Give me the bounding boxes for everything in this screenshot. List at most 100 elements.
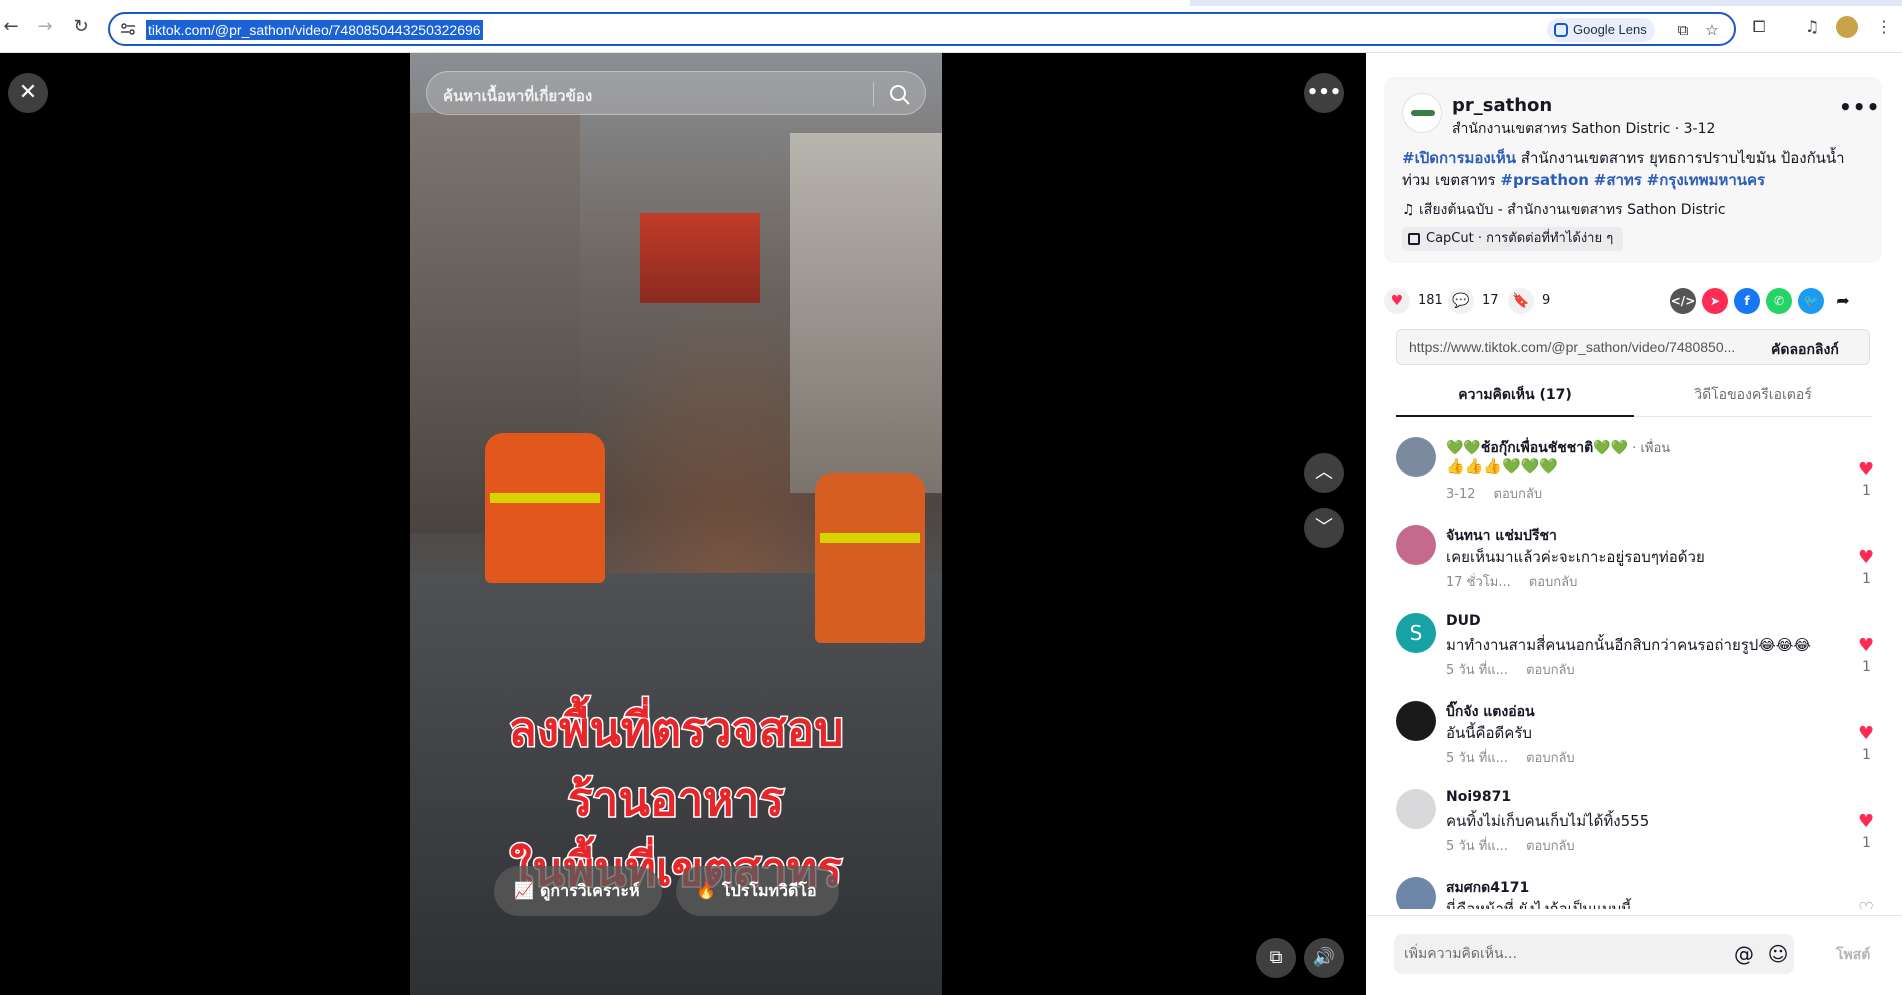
- comment-text: คนทิ้งไม่เก็บคนเก็บไม่ได้ทิ้ง555: [1446, 812, 1650, 830]
- hashtag-link[interactable]: #กรุงเทพมหานคร: [1647, 171, 1765, 189]
- commenter-name[interactable]: บิ๊กจัง แตงอ่อน: [1446, 701, 1535, 723]
- comment-item: สมศกด4171 นี่คือหน้าที่ ยังไงก้อเป็นแบบน…: [1396, 877, 1876, 909]
- comment-text: เคยเห็นมาแล้วค่ะจะเกาะอยู่รอบๆท่อด้วย: [1446, 548, 1705, 566]
- commenter-avatar[interactable]: [1396, 701, 1436, 741]
- url-text[interactable]: tiktok.com/@pr_sathon/video/748085044325…: [146, 20, 483, 40]
- save-button[interactable]: 🔖 9: [1508, 281, 1550, 321]
- comment-meta: 5 วัน ที่แ... ตอบกลับ: [1446, 835, 1575, 856]
- creator-subtitle: สำนักงานเขตสาทร Sathon Distric · 3-12: [1452, 121, 1716, 137]
- site-settings-icon[interactable]: [120, 21, 136, 37]
- tab-strip: [0, 0, 1902, 6]
- forward-icon[interactable]: →: [34, 16, 56, 38]
- comment-like-icon[interactable]: ♥: [1858, 723, 1874, 744]
- next-video-icon[interactable]: ﹀: [1304, 508, 1344, 548]
- friend-badge: · เพื่อน: [1628, 441, 1671, 456]
- facebook-icon[interactable]: f: [1734, 288, 1760, 314]
- active-tab[interactable]: [0, 0, 1190, 6]
- install-app-icon[interactable]: ⧉: [1673, 20, 1693, 40]
- browser-menu-icon[interactable]: ⋮: [1872, 16, 1896, 38]
- vest-stripe: [490, 493, 600, 503]
- hashtag-link[interactable]: #สาทร: [1594, 171, 1642, 189]
- profile-avatar[interactable]: [1836, 16, 1858, 38]
- close-icon[interactable]: ✕: [8, 73, 48, 113]
- bookmark-star-icon[interactable]: ☆: [1702, 20, 1722, 40]
- send-to-friends-icon[interactable]: ➤: [1702, 288, 1728, 314]
- hashtag-link[interactable]: #เปิดการมองเห็น: [1402, 149, 1516, 167]
- address-bar[interactable]: tiktok.com/@pr_sathon/video/748085044325…: [108, 12, 1736, 46]
- comment-item: 💚💚ช้อกุ๊กเพื่อนชัชชาติ💚💚 · เพื่อน 👍👍👍💚💚💚…: [1396, 437, 1876, 519]
- video-player[interactable]: ลงพื้นที่ตรวจสอบ ร้านอาหาร ในพื้นที่เขตส…: [410, 53, 942, 995]
- copy-link-button[interactable]: คัดลอกลิงก์: [1771, 339, 1839, 361]
- comment-like-count: 1: [1862, 483, 1871, 499]
- reply-button[interactable]: ตอบกลับ: [1526, 663, 1575, 678]
- vest-stripe: [820, 533, 920, 543]
- google-lens-button[interactable]: Google Lens: [1547, 18, 1655, 42]
- hashtag-link[interactable]: #prsathon: [1500, 171, 1589, 189]
- previous-video-icon[interactable]: ︿: [1304, 453, 1344, 493]
- comment-like-icon[interactable]: ♥: [1858, 811, 1874, 832]
- floating-player-icon[interactable]: ⧉: [1256, 938, 1296, 978]
- post-comment-button[interactable]: โพสต์: [1836, 944, 1870, 966]
- comment-like-icon[interactable]: ♥: [1858, 547, 1874, 568]
- volume-icon[interactable]: 🔊: [1304, 938, 1344, 978]
- reload-icon[interactable]: ↻: [70, 16, 92, 38]
- reply-button[interactable]: ตอบกลับ: [1529, 575, 1578, 590]
- emoji-icon[interactable]: ☺: [1766, 942, 1790, 966]
- whatsapp-icon[interactable]: ✆: [1766, 288, 1792, 314]
- analytics-icon: 📈: [514, 881, 534, 900]
- comment-list[interactable]: 💚💚ช้อกุ๊กเพื่อนชัชชาติ💚💚 · เพื่อน 👍👍👍💚💚💚…: [1366, 423, 1902, 909]
- comment-input[interactable]: [1404, 934, 1744, 974]
- embed-icon[interactable]: </>: [1670, 288, 1696, 314]
- comment-like-icon[interactable]: ♥: [1858, 635, 1874, 656]
- commenter-avatar[interactable]: [1396, 789, 1436, 829]
- back-icon[interactable]: ←: [0, 16, 22, 38]
- browser-toolbar: ← → ↻ tiktok.com/@pr_sathon/video/748085…: [0, 0, 1902, 53]
- commenter-avatar[interactable]: [1396, 877, 1436, 909]
- commenter-name[interactable]: จันทนา แช่มปรีชา: [1446, 525, 1557, 547]
- comment-text: 👍👍👍💚💚💚: [1446, 457, 1559, 475]
- promote-video-button[interactable]: 🔥 โปรโมทวิดีโอ: [676, 866, 839, 916]
- creator-avatar[interactable]: [1402, 93, 1442, 133]
- action-bar: ♥ 181 💬 17 🔖 9 </> ➤ f ✆ 🐦 ➦: [1384, 281, 1884, 321]
- commenter-avatar[interactable]: [1396, 437, 1436, 477]
- google-lens-icon: [1554, 23, 1568, 37]
- tab-comments[interactable]: ความคิดเห็น (17): [1396, 383, 1634, 417]
- media-controls-icon[interactable]: ♫: [1800, 16, 1824, 38]
- comment-count: 17: [1482, 293, 1499, 308]
- commenter-avatar[interactable]: [1396, 525, 1436, 565]
- reply-button[interactable]: ตอบกลับ: [1526, 751, 1575, 766]
- commenter-name[interactable]: สมศกด4171: [1446, 877, 1529, 899]
- commenter-name[interactable]: 💚💚ช้อกุ๊กเพื่อนชัชชาติ💚💚 · เพื่อน: [1446, 437, 1670, 459]
- related-search-box[interactable]: ค้นหาเนื้อหาที่เกี่ยวข้อง: [426, 71, 926, 115]
- commenter-avatar[interactable]: S: [1396, 613, 1436, 653]
- music-link[interactable]: ♫ เสียงต้นฉบับ - สำนักงานเขตสาทร Sathon …: [1402, 199, 1726, 221]
- post-info-card: pr_sathon สำนักงานเขตสาทร Sathon Distric…: [1384, 77, 1882, 263]
- capcut-badge[interactable]: CapCut · การตัดต่อที่ทำได้ง่าย ๆ: [1402, 227, 1624, 251]
- comment-text: อันนี้คือดีครับ: [1446, 724, 1532, 742]
- reply-button[interactable]: ตอบกลับ: [1526, 839, 1575, 854]
- comment-text: มาทำงานสามสี่คนนอกนั้นอีกสิบกว่าคนรอถ่าย…: [1446, 636, 1811, 654]
- video-link-url[interactable]: https://www.tiktok.com/@pr_sathon/video/…: [1409, 339, 1759, 355]
- comment-like-outline-icon[interactable]: ♡: [1858, 899, 1874, 909]
- comment-like-icon[interactable]: ♥: [1858, 459, 1874, 480]
- commenter-name[interactable]: Noi9871: [1446, 789, 1511, 805]
- commenter-name[interactable]: DUD: [1446, 613, 1481, 629]
- share-arrow-icon[interactable]: ➦: [1830, 288, 1856, 314]
- extensions-icon[interactable]: ⧠: [1747, 16, 1771, 38]
- comment-button[interactable]: 💬 17: [1448, 281, 1499, 321]
- twitter-icon[interactable]: 🐦: [1798, 288, 1824, 314]
- comment-meta: 5 วัน ที่แ... ตอบกลับ: [1446, 659, 1575, 680]
- mention-icon[interactable]: @: [1732, 942, 1756, 966]
- search-icon[interactable]: [887, 82, 913, 108]
- post-more-icon[interactable]: •••: [1839, 95, 1880, 119]
- reply-button[interactable]: ตอบกลับ: [1494, 487, 1543, 502]
- comment-like-count: 1: [1862, 835, 1871, 851]
- video-frame-building-right: [790, 133, 942, 493]
- more-options-icon[interactable]: •••: [1304, 73, 1344, 113]
- video-frame-worker: [485, 433, 605, 583]
- tab-creator-videos[interactable]: วิดีโอของครีเอเตอร์: [1634, 383, 1872, 407]
- creator-username[interactable]: pr_sathon: [1452, 95, 1552, 116]
- like-button[interactable]: ♥ 181: [1384, 281, 1443, 321]
- video-frame-worker: [815, 473, 925, 643]
- view-analytics-button[interactable]: 📈 ดูการวิเคราะห์: [494, 866, 662, 916]
